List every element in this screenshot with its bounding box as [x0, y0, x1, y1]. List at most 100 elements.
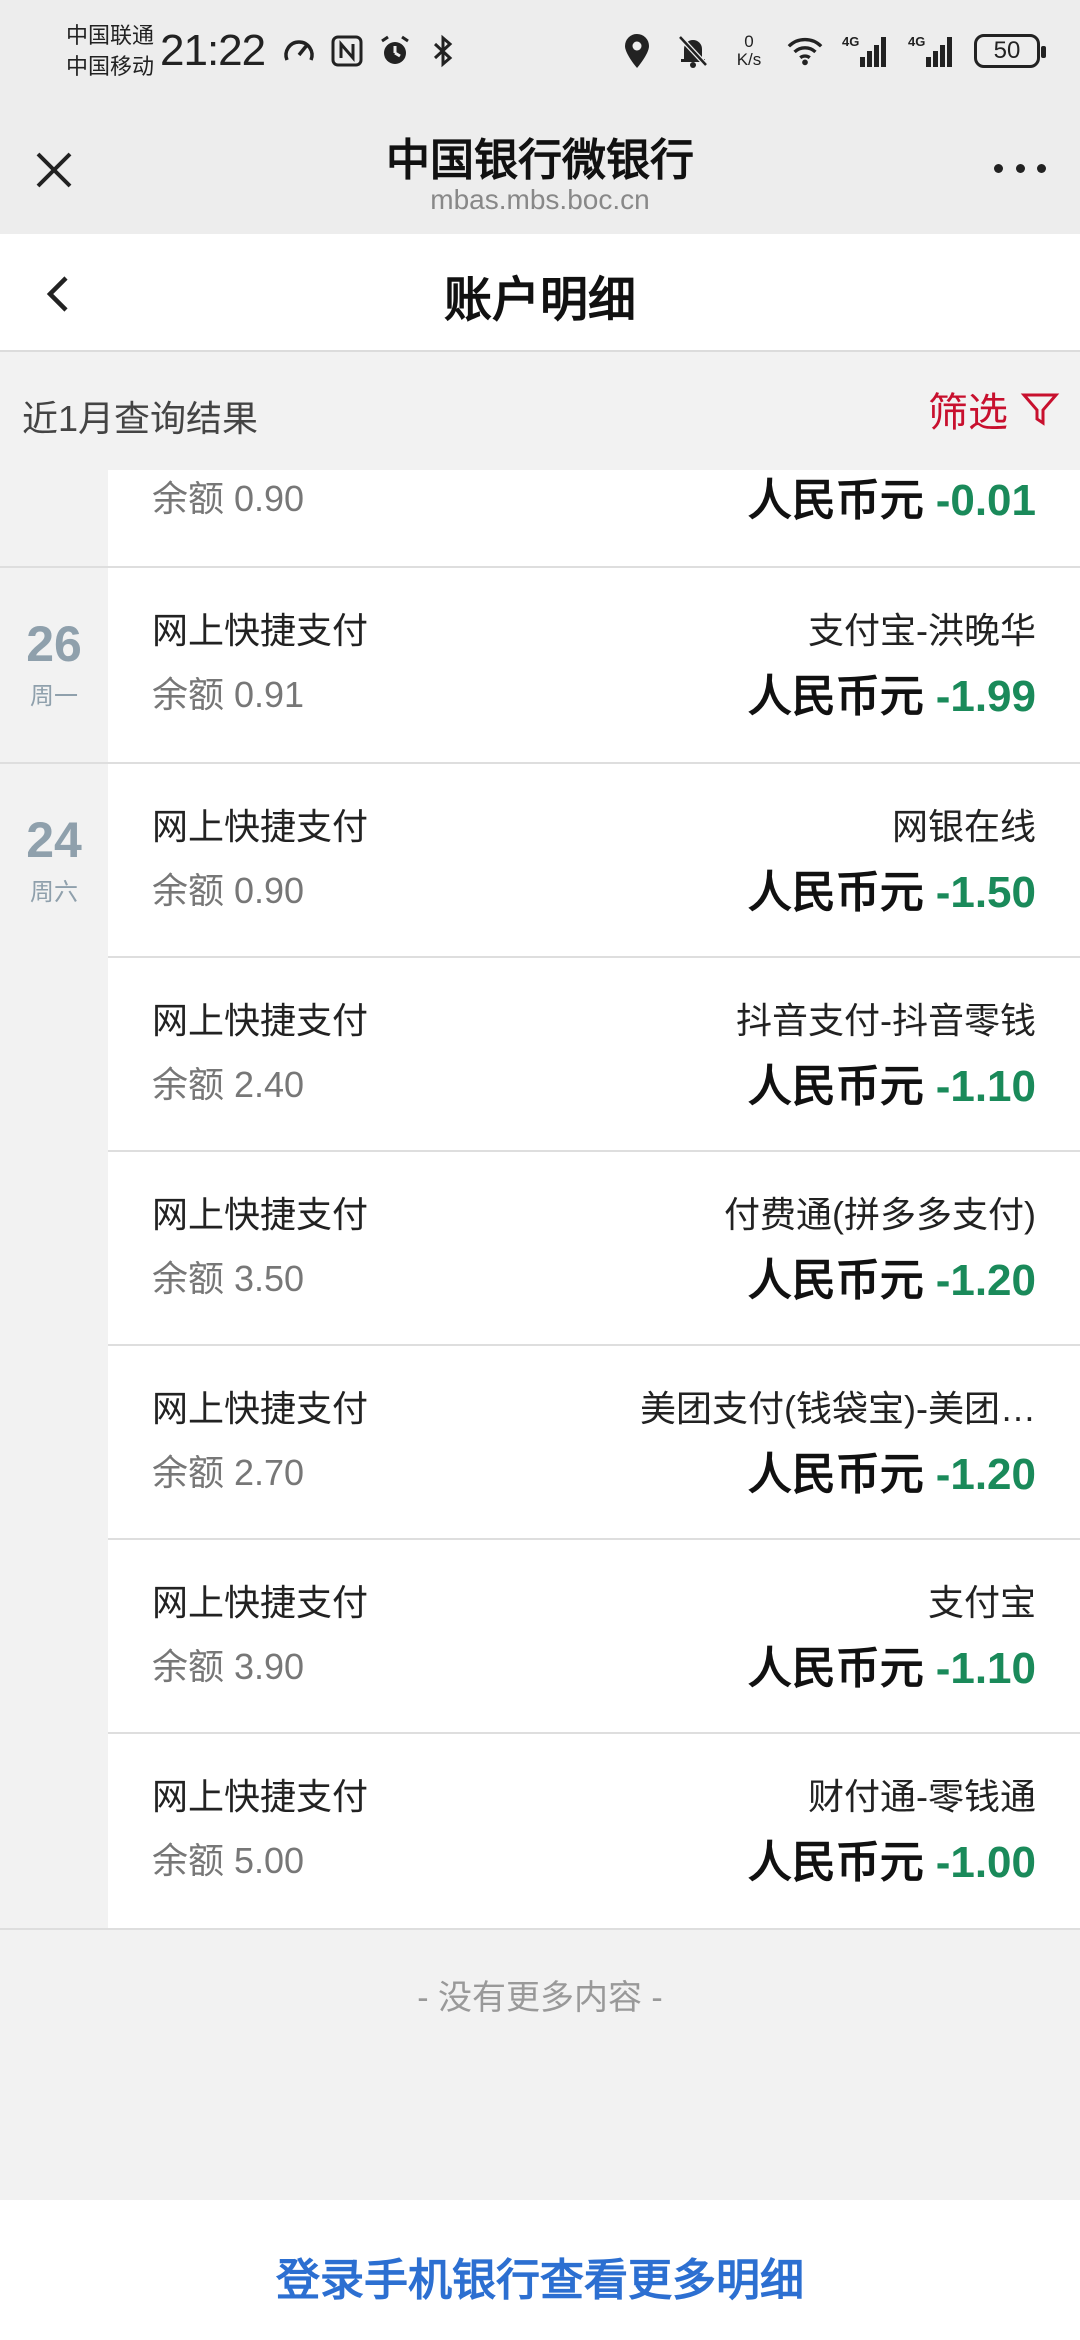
date-day: 24: [26, 812, 82, 868]
transaction-amount: 人民币元 -1.00: [748, 1826, 1036, 1890]
transaction-items: 网上快捷支付 支付宝-洪晚华 余额 0.91 人民币元 -1.99: [108, 568, 1080, 762]
transaction-amount: 人民币元 -1.20: [748, 1244, 1036, 1308]
battery-icon: 50: [974, 34, 1046, 68]
browser-title: 中国银行微银行: [386, 136, 694, 185]
query-range-label: 近1月查询结果: [22, 398, 259, 439]
date-group-partial: 余额 0.90 人民币元 -0.01: [0, 470, 1080, 568]
currency-label: 人民币元: [747, 672, 924, 721]
date-weekday: 周一: [30, 683, 78, 710]
currency-label: 人民币元: [747, 1644, 924, 1693]
transaction-amount: 人民币元 -0.01: [748, 464, 1036, 528]
transaction-row[interactable]: 余额 0.90 人民币元 -0.01: [108, 470, 1080, 566]
transaction-amount: 人民币元 -1.20: [748, 1438, 1036, 1502]
browser-url: mbas.mbs.boc.cn: [430, 184, 650, 215]
carrier-labels: 中国联通 中国移动: [66, 20, 154, 82]
transaction-row[interactable]: 网上快捷支付 网银在线 余额 0.90 人民币元 -1.50: [108, 764, 1080, 958]
alarm-icon: [376, 30, 414, 72]
currency-label: 人民币元: [747, 476, 924, 525]
transaction-type: 网上快捷支付: [152, 806, 369, 847]
status-icons-right: 0 K/s 4G 4G 50: [618, 30, 1046, 72]
transaction-balance: 余额 3.50: [152, 1258, 305, 1299]
transaction-merchant: 付费通(拼多多支付): [724, 1194, 1036, 1235]
transaction-amount: 人民币元 -1.99: [748, 660, 1036, 724]
currency-label: 人民币元: [747, 1450, 924, 1499]
signal-icon: 4G: [842, 30, 890, 72]
transaction-balance: 余额 5.00: [152, 1840, 305, 1881]
transaction-merchant: 支付宝-洪晚华: [808, 610, 1036, 651]
transaction-balance: 余额 0.90: [152, 870, 305, 911]
transaction-balance: 余额 2.70: [152, 1452, 305, 1493]
page-title: 账户明细: [443, 274, 636, 327]
login-mobile-banking-link[interactable]: 登录手机银行查看更多明细: [0, 2200, 1080, 2340]
transaction-type: 网上快捷支付: [152, 1776, 369, 1817]
transaction-amount: 人民币元 -1.10: [748, 1632, 1036, 1696]
date-weekday: 周六: [30, 879, 78, 906]
carrier-1: 中国联通: [66, 23, 155, 48]
date-column: [0, 470, 108, 566]
transaction-list: 余额 0.90 人民币元 -0.01 26 周一 网上快捷支付 支付宝-洪晚华 余…: [0, 470, 1080, 1930]
signal-1-label: 4G: [842, 34, 859, 49]
currency-label: 人民币元: [747, 1256, 924, 1305]
transaction-type: 网上快捷支付: [152, 610, 369, 651]
carrier-2: 中国移动: [66, 54, 155, 79]
status-icons-left: [280, 30, 462, 72]
date-column: 24 周六: [0, 764, 108, 1928]
funnel-icon: [1020, 393, 1060, 426]
transaction-balance: 余额 2.40: [152, 1064, 305, 1105]
amount-value: -1.20: [935, 1256, 1036, 1305]
amount-value: -1.10: [935, 1062, 1036, 1111]
speedometer-icon: [280, 30, 318, 72]
location-icon: [618, 30, 656, 72]
transaction-type: 网上快捷支付: [152, 1388, 369, 1429]
transaction-balance: 余额 0.90: [152, 478, 305, 519]
network-speed-value: 0: [744, 32, 754, 51]
currency-label: 人民币元: [747, 1062, 924, 1111]
transaction-items: 网上快捷支付 网银在线 余额 0.90 人民币元 -1.50 网上快捷支付 抖音支…: [108, 764, 1080, 1928]
filter-bar: 近1月查询结果 筛选: [0, 352, 1080, 470]
transaction-amount: 人民币元 -1.50: [748, 856, 1036, 920]
transaction-row[interactable]: 网上快捷支付 美团支付(钱袋宝)-美团… 余额 2.70 人民币元 -1.20: [108, 1346, 1080, 1540]
signal-icon: 4G: [908, 30, 956, 72]
wifi-icon: [786, 30, 824, 72]
network-speed: 0 K/s: [730, 30, 768, 72]
transaction-merchant: 财付通-零钱通: [808, 1776, 1036, 1817]
date-group: 24 周六 网上快捷支付 网银在线 余额 0.90 人民币元 -1.50 网上快捷…: [0, 764, 1080, 1930]
transaction-merchant: 美团支付(钱袋宝)-美团…: [640, 1388, 1036, 1429]
mute-bell-icon: [674, 30, 712, 72]
more-options-button[interactable]: [988, 148, 1052, 188]
status-bar: 中国联通 中国移动 21:22 0 K/s 4G 4G 50: [0, 0, 1080, 104]
filter-label: 筛选: [928, 391, 1008, 435]
no-more-content: - 没有更多内容 -: [417, 1979, 663, 2017]
filter-button[interactable]: 筛选: [928, 380, 1060, 438]
browser-header: 中国银行微银行 mbas.mbs.boc.cn: [0, 104, 1080, 234]
transaction-row[interactable]: 网上快捷支付 抖音支付-抖音零钱 余额 2.40 人民币元 -1.10: [108, 958, 1080, 1152]
bluetooth-icon: [424, 30, 462, 72]
transaction-type: 网上快捷支付: [152, 1000, 369, 1041]
amount-value: -0.01: [935, 476, 1036, 525]
transaction-row[interactable]: 网上快捷支付 财付通-零钱通 余额 5.00 人民币元 -1.00: [108, 1734, 1080, 1928]
transaction-merchant: 支付宝: [927, 1582, 1036, 1623]
transaction-row[interactable]: 网上快捷支付 付费通(拼多多支付) 余额 3.50 人民币元 -1.20: [108, 1152, 1080, 1346]
battery-level: 50: [993, 37, 1021, 64]
currency-label: 人民币元: [747, 868, 924, 917]
transaction-items: 余额 0.90 人民币元 -0.01: [108, 470, 1080, 566]
signal-2-label: 4G: [908, 34, 925, 49]
date-column: 26 周一: [0, 568, 108, 762]
transaction-row[interactable]: 网上快捷支付 支付宝 余额 3.90 人民币元 -1.10: [108, 1540, 1080, 1734]
transaction-type: 网上快捷支付: [152, 1194, 369, 1235]
transaction-amount: 人民币元 -1.10: [748, 1050, 1036, 1114]
transaction-merchant: 网银在线: [891, 806, 1036, 847]
amount-value: -1.10: [935, 1644, 1036, 1693]
amount-value: -1.00: [935, 1838, 1036, 1887]
page-header: 账户明细: [0, 234, 1080, 352]
transaction-balance: 余额 0.91: [152, 674, 305, 715]
currency-label: 人民币元: [747, 1838, 924, 1887]
transaction-row[interactable]: 网上快捷支付 支付宝-洪晚华 余额 0.91 人民币元 -1.99: [108, 568, 1080, 762]
amount-value: -1.20: [935, 1450, 1036, 1499]
date-group: 26 周一 网上快捷支付 支付宝-洪晚华 余额 0.91 人民币元 -1.99: [0, 568, 1080, 764]
transaction-balance: 余额 3.90: [152, 1646, 305, 1687]
nfc-icon: [328, 30, 366, 72]
transaction-type: 网上快捷支付: [152, 1582, 369, 1623]
transaction-merchant: 抖音支付-抖音零钱: [736, 1000, 1036, 1041]
amount-value: -1.50: [935, 868, 1036, 917]
